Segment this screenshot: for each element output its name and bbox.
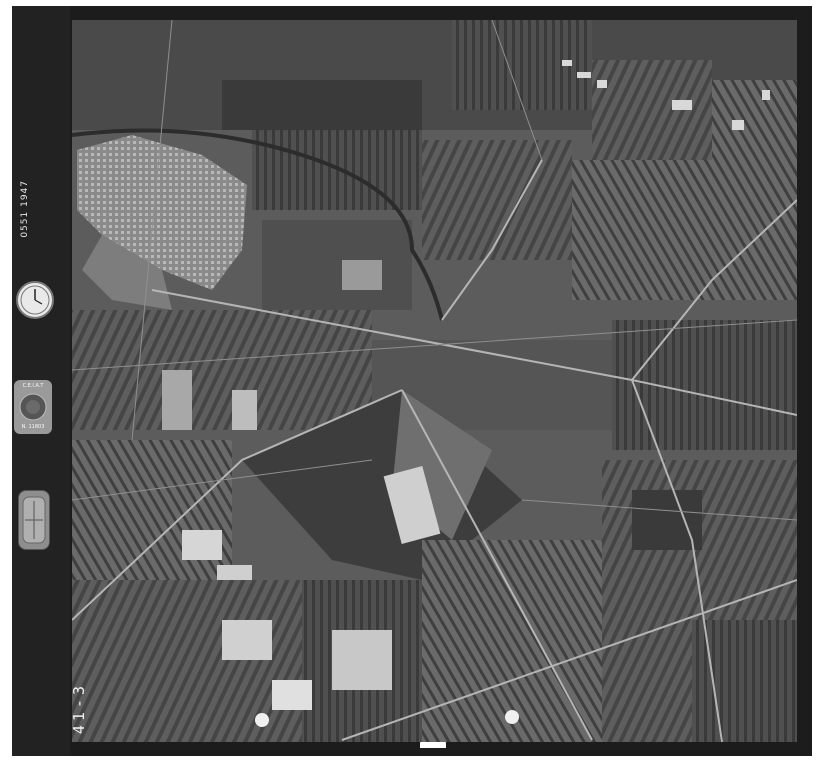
clock-icon [16,281,54,319]
altimeter-seal-icon: C.E.I.A.T N. 11803 [14,380,52,434]
frame-id-label: 41-3 [70,682,88,735]
bubble-level-icon [18,490,50,550]
aerial-photograph [72,20,797,742]
frame-number-label: 0551 1947 [20,180,30,238]
